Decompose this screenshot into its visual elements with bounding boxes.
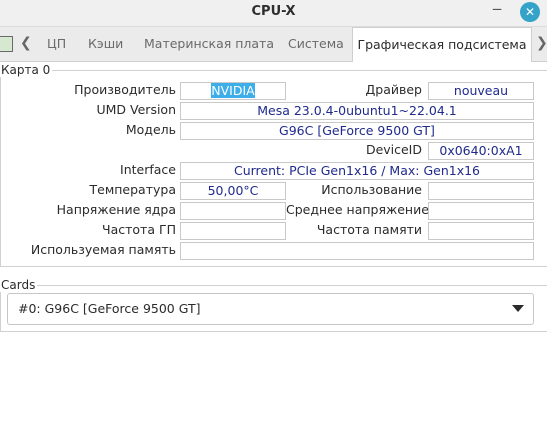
card-select-value: #0: G96C [GeForce 9500 GT] [18,301,201,316]
tab-system[interactable]: Система [288,27,344,60]
model-field[interactable]: G96C [GeForce 9500 GT] [180,122,534,140]
card-select-dropdown[interactable]: #0: G96C [GeForce 9500 GT] [7,293,534,325]
used-memory-label: Используемая память [30,242,176,257]
memory-clock-label: Частота памяти [316,222,422,237]
driver-label: Драйвер [365,82,422,97]
tab-graphics[interactable]: Графическая подсистема [352,27,532,62]
card-frame-bottom [0,266,547,267]
tab-overflow-left[interactable] [0,27,14,60]
core-voltage-field[interactable] [180,202,286,220]
tab-scroll-right-icon[interactable]: ❯ [536,35,547,51]
umd-version-field[interactable]: Mesa 23.0.4-0ubuntu1~22.04.1 [180,102,534,120]
interface-field[interactable]: Current: PCIe Gen1x16 / Max: Gen1x16 [180,162,534,180]
card-frame-title: Карта 0 [0,63,53,77]
temperature-label: Температура [89,182,177,197]
usage-field[interactable] [428,182,534,200]
avg-voltage-label: Среднее напряжение [286,202,429,217]
usage-label: Использование [321,182,422,197]
close-icon[interactable]: ✕ [520,2,540,22]
device-id-field[interactable]: 0x0640:0xA1 [428,142,534,160]
vendor-value: NVIDIA [211,83,255,98]
card-frame-top [0,70,547,71]
tab-cpu[interactable]: ЦП [47,27,66,60]
tab-caches[interactable]: Кэши [88,27,123,60]
gpu-clock-field[interactable] [180,222,286,240]
dropdown-arrow-icon [512,305,524,312]
device-id-label: DeviceID [365,142,422,157]
vendor-field[interactable]: NVIDIA [180,82,286,100]
cards-frame-top [0,285,547,286]
avg-voltage-field[interactable] [428,202,534,220]
core-voltage-label: Напряжение ядра [56,202,176,217]
title-bar: CPU-X ‒ ✕ [0,0,547,27]
minimize-icon[interactable]: ‒ [492,0,502,18]
used-memory-field[interactable] [180,242,534,260]
cards-frame-bottom [0,331,547,332]
card-frame-left [0,70,1,266]
cards-frame-title: Cards [0,278,38,292]
temperature-field[interactable]: 50,00°C [180,182,286,200]
model-label: Модель [125,122,176,137]
driver-field[interactable]: nouveau [428,82,534,100]
tab-scroll-left-icon[interactable]: ❮ [20,35,32,51]
vendor-label: Производитель [74,82,176,97]
umd-version-label: UMD Version [96,102,177,117]
gpu-clock-label: Частота ГП [102,222,176,237]
app-tab-icon [0,36,13,52]
tab-motherboard[interactable]: Материнская плата [144,27,274,60]
tab-bar: ❮ ЦП Кэши Материнская плата Система Граф… [0,27,547,62]
memory-clock-field[interactable] [428,222,534,240]
window-title: CPU-X [251,4,296,19]
interface-label: Interface [120,162,176,177]
